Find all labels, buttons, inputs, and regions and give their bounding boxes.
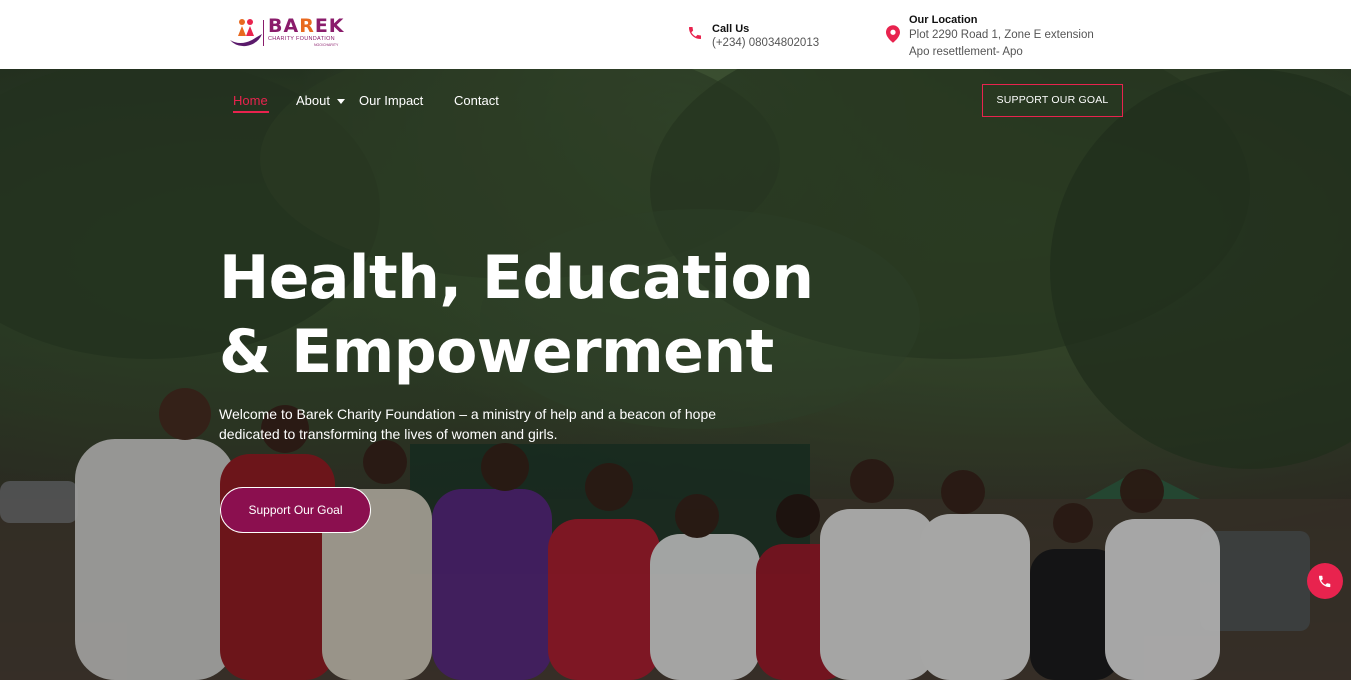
brand-logo[interactable]: BAREK CHARITY FOUNDATION NGO/CHARITY xyxy=(228,14,344,50)
chevron-down-icon[interactable] xyxy=(337,99,345,104)
phone-icon xyxy=(689,27,701,39)
nav-about[interactable]: About xyxy=(296,93,330,108)
call-us-number[interactable]: (+234) 08034802013 xyxy=(712,35,819,52)
brand-tagline: CHARITY FOUNDATION xyxy=(268,36,335,42)
nav-active-underline xyxy=(233,111,269,113)
support-goal-nav-button[interactable]: SUPPORT OUR GOAL xyxy=(982,84,1123,117)
map-pin-icon xyxy=(886,25,900,43)
hero-subtext: Welcome to Barek Charity Foundation – a … xyxy=(219,406,717,442)
hero-headline-line1: Health, Education xyxy=(219,243,814,313)
hero-headline: Health, Education & Empowerment xyxy=(219,241,814,389)
location-line1: Plot 2290 Road 1, Zone E extension xyxy=(909,29,1094,41)
hero-section: Home About Our Impact Contact SUPPORT OU… xyxy=(0,69,1351,680)
brand-name: BAREK xyxy=(268,15,345,37)
floating-call-button[interactable] xyxy=(1307,563,1343,599)
call-us-title: Call Us xyxy=(712,23,750,35)
nav-home[interactable]: Home xyxy=(233,93,268,108)
location-line2: Apo resettlement- Apo xyxy=(909,46,1023,58)
top-header: BAREK CHARITY FOUNDATION NGO/CHARITY Cal… xyxy=(0,0,1351,69)
support-goal-hero-button[interactable]: Support Our Goal xyxy=(220,487,371,533)
phone-icon xyxy=(1319,575,1331,588)
brand-small-text: NGO/CHARITY xyxy=(314,43,339,47)
nav-our-impact[interactable]: Our Impact xyxy=(359,93,423,108)
logo-mark-icon xyxy=(230,19,264,47)
nav-contact[interactable]: Contact xyxy=(454,93,499,108)
location-title: Our Location xyxy=(909,14,978,26)
hero-headline-line2: & Empowerment xyxy=(219,317,774,387)
